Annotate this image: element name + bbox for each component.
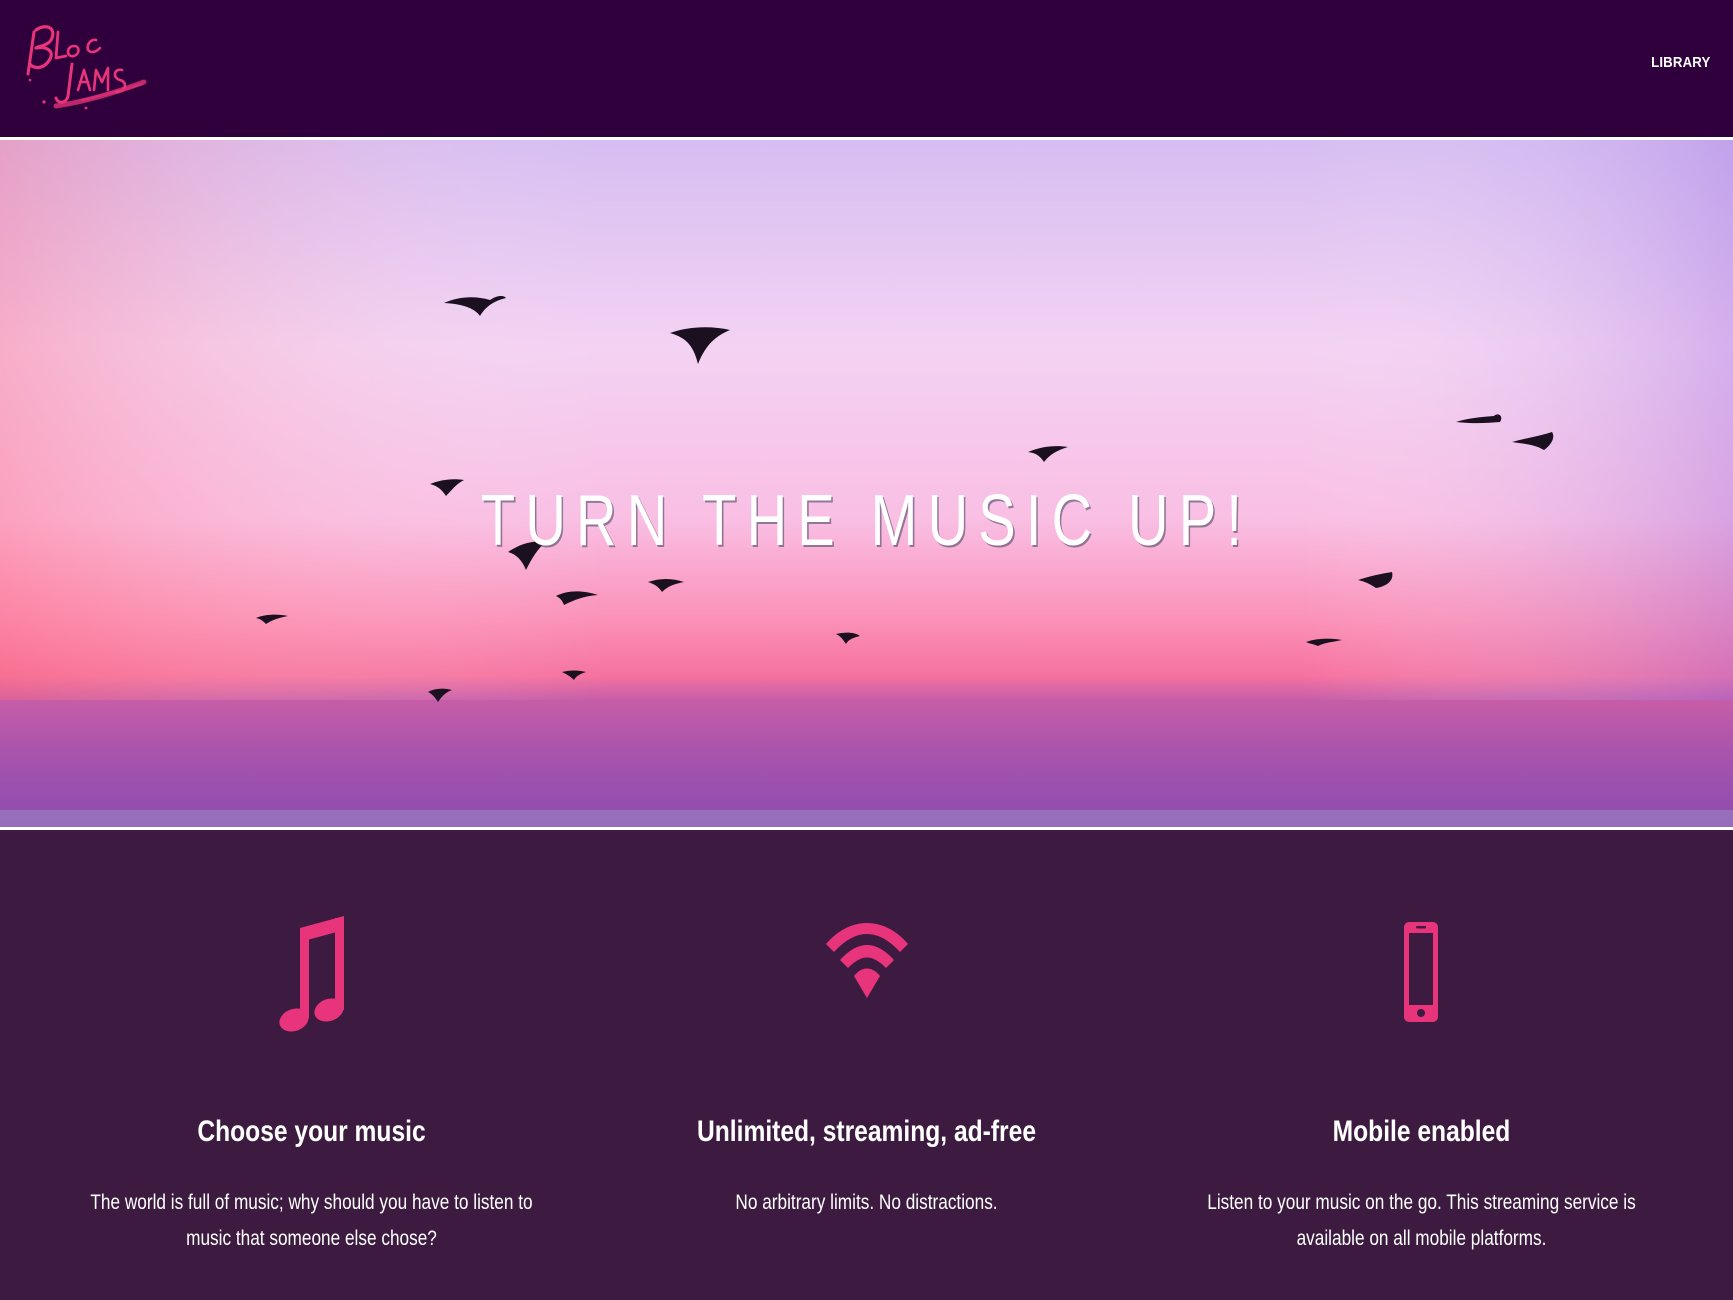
- selling-point-text: No arbitrary limits. No distractions.: [735, 1191, 998, 1214]
- selling-point-text: Listen to your music on the go. This str…: [1207, 1191, 1636, 1250]
- selling-point-mobile: Mobile enabled Listen to your music on t…: [1133, 830, 1710, 1300]
- hero-title: TURN THE MUSIC UP!: [480, 481, 1253, 561]
- selling-point-choose-music: Choose your music The world is full of m…: [23, 830, 600, 1300]
- bloc-jams-logo[interactable]: [22, 18, 152, 118]
- logo-script-icon: [26, 25, 147, 110]
- nav-link-library[interactable]: LIBRARY: [1652, 54, 1711, 71]
- selling-points: Choose your music The world is full of m…: [0, 830, 1733, 1300]
- wifi-icon: [825, 923, 908, 998]
- selling-point-title: Choose your music: [197, 1115, 426, 1148]
- selling-point-unlimited: Unlimited, streaming, ad-free No arbitra…: [578, 830, 1155, 1300]
- selling-point-title: Unlimited, streaming, ad-free: [696, 1115, 1037, 1148]
- music-note-icon: [278, 916, 344, 1032]
- mobile-phone-icon: [1403, 922, 1438, 1022]
- hero-section: TURN THE MUSIC UP!: [0, 140, 1733, 830]
- selling-point-title: Mobile enabled: [1332, 1115, 1511, 1148]
- selling-point-text: The world is full of music; why should y…: [90, 1191, 533, 1250]
- navbar: LIBRARY: [0, 0, 1733, 140]
